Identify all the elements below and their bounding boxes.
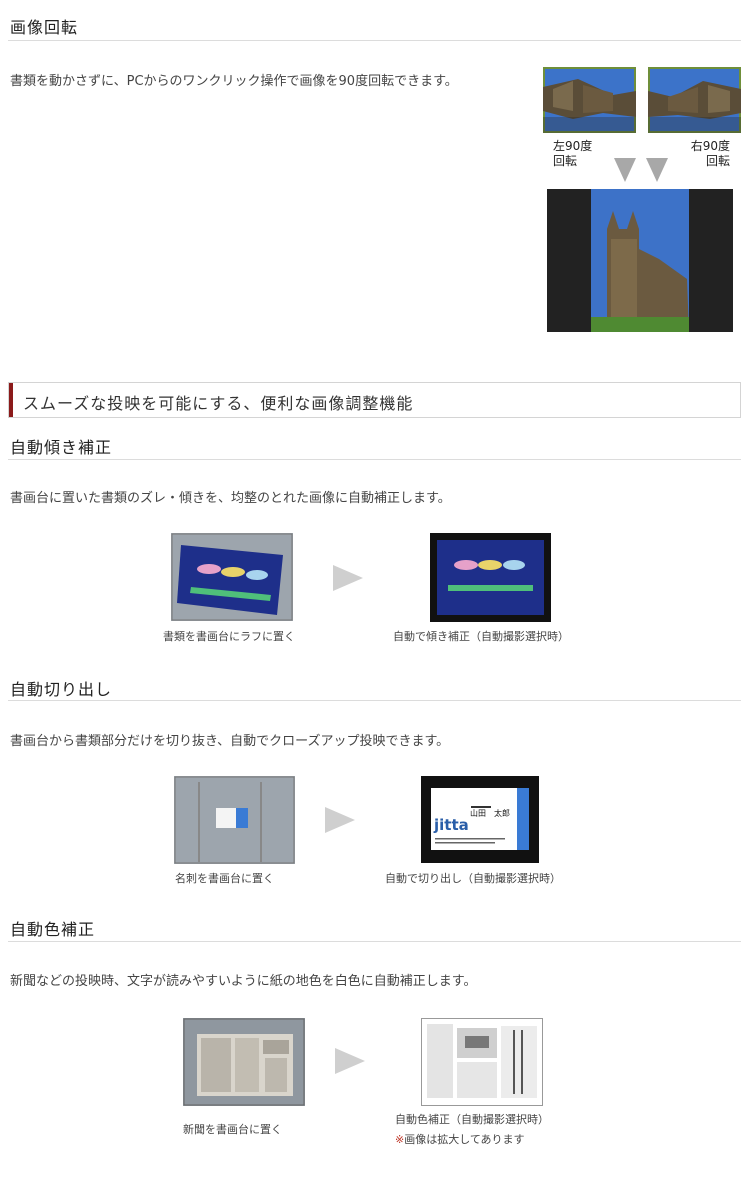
divider	[8, 40, 741, 41]
crop-caption-before: 名刺を書画台に置く	[175, 872, 274, 885]
skew-caption-after: 自動で傾き補正（自動撮影選択時）	[393, 630, 569, 643]
right-rotation-label: 右90度 回転	[690, 139, 730, 168]
color-description: 新聞などの投映時、文字が読みやすいように紙の地色を白色に自動補正します。	[10, 974, 477, 989]
note-text: 画像は拡大してあります	[404, 1133, 525, 1146]
skew-heading: 自動傾き補正	[10, 438, 113, 457]
rotation-description: 書類を動かさずに、PCからのワンクリック操作で画像を90度回転できます。	[10, 74, 458, 89]
color-heading: 自動色補正	[10, 920, 96, 939]
right-arrow-icon	[333, 565, 363, 591]
rotated-right-image	[648, 67, 741, 133]
divider	[8, 941, 741, 942]
color-caption-after: 自動色補正（自動撮影選択時）	[395, 1113, 549, 1126]
card-name: 山田 太郎	[470, 809, 510, 818]
divider	[8, 459, 741, 460]
down-arrow-icon	[646, 158, 668, 182]
skew-caption-before: 書類を書画台にラフに置く	[163, 630, 295, 643]
crop-caption-after: 自動で切り出し（自動撮影選択時）	[385, 872, 561, 885]
crop-heading: 自動切り出し	[10, 680, 113, 699]
feature-banner: スムーズな投映を可能にする、便利な画像調整機能	[8, 382, 741, 418]
card-logo: jitta	[434, 816, 469, 834]
skew-description: 書画台に置いた書類のズレ・傾きを、均整のとれた画像に自動補正します。	[10, 491, 451, 506]
rotation-heading: 画像回転	[10, 18, 79, 37]
down-arrow-icon	[614, 158, 636, 182]
color-caption-before: 新聞を書画台に置く	[183, 1123, 282, 1136]
crop-description: 書画台から書類部分だけを切り抜き、自動でクローズアップ投映できます。	[10, 734, 450, 749]
note-mark: ※	[395, 1133, 405, 1146]
divider	[8, 700, 741, 701]
crop-before-image	[174, 776, 295, 864]
banner-accent-bar	[9, 383, 13, 417]
left-rotation-label: 左90度 回転	[553, 139, 593, 168]
banner-title: スムーズな投映を可能にする、便利な画像調整機能	[23, 394, 414, 413]
right-arrow-icon	[325, 807, 355, 833]
color-before-image	[183, 1018, 305, 1106]
upright-image	[547, 189, 733, 332]
color-after-image	[421, 1018, 543, 1106]
color-note: ※画像は拡大してあります	[395, 1131, 525, 1147]
right-arrow-icon	[335, 1048, 365, 1074]
skew-before-image	[171, 533, 293, 621]
skew-after-image	[430, 533, 551, 622]
rotated-left-image	[543, 67, 636, 133]
